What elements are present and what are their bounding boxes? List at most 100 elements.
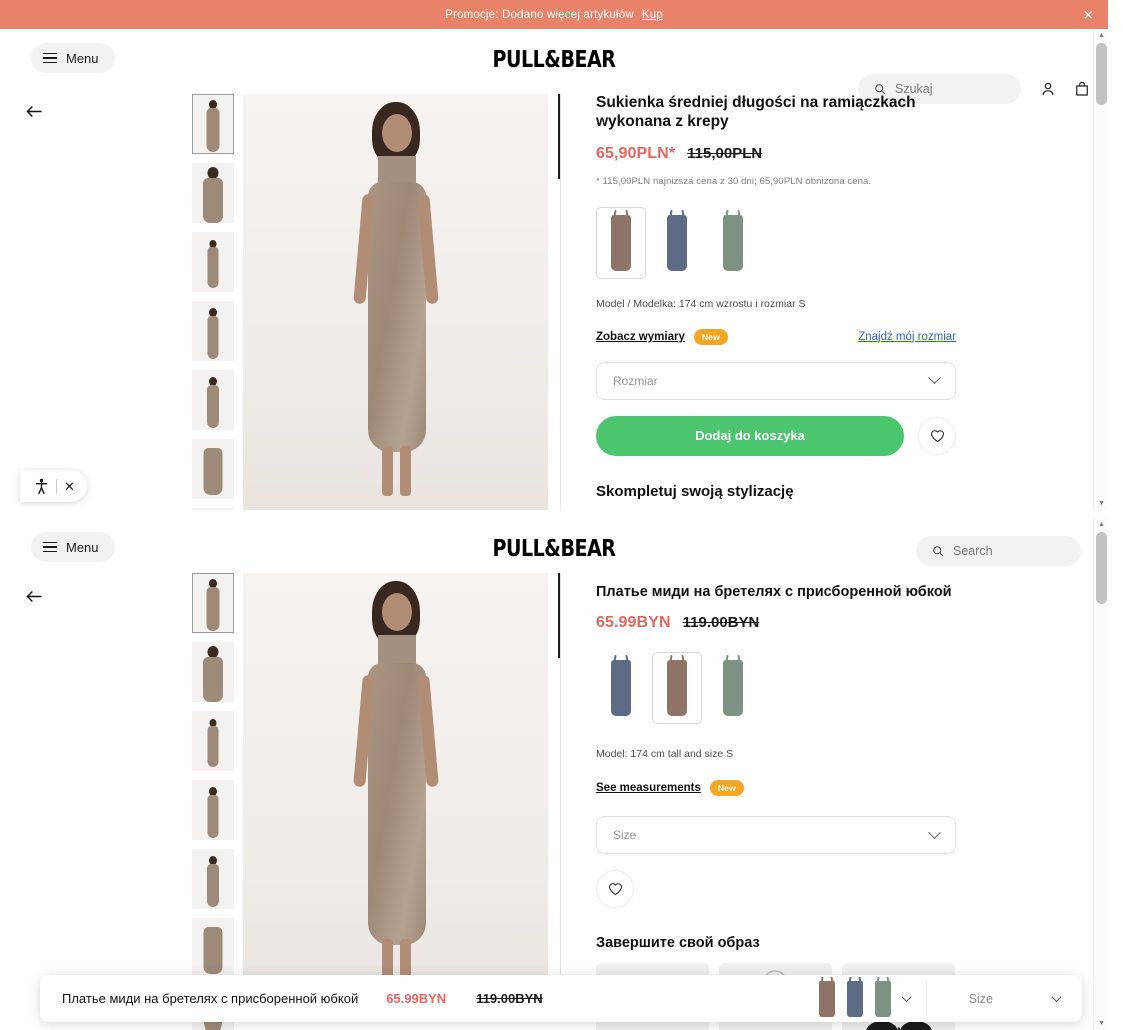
- gallery-divider: [560, 573, 561, 1008]
- promo-close-icon[interactable]: ✕: [1083, 8, 1094, 21]
- sticky-color-selector[interactable]: [818, 980, 927, 1017]
- gallery-scroll-indicator: [558, 573, 560, 658]
- thumbnail-item[interactable]: [192, 439, 234, 499]
- accessibility-widget: ✕: [20, 470, 87, 502]
- price-current: 65.99BYN: [596, 614, 671, 632]
- brand-logo[interactable]: PULL&BEAR: [44, 47, 1063, 73]
- product-title: Sukienka średniej długości na ramiączkac…: [596, 94, 916, 130]
- thumbnail-item[interactable]: [192, 849, 234, 909]
- site-header-russian: Menu PULL&BEAR Search: [0, 518, 1108, 580]
- cta-row: [596, 870, 956, 909]
- model-info: Model / Modelka: 174 cm wzrostu i rozmia…: [596, 297, 806, 310]
- sticky-price-current: 65.99BYN: [386, 991, 447, 1006]
- price-row: 65.99BYN 119.00BYN: [596, 614, 956, 632]
- measurements-row: Zobacz wymiary New Znajdź mój rozmiar: [596, 328, 956, 345]
- chevron-down-icon: [901, 992, 912, 1003]
- size-select-value: Rozmiar: [613, 373, 658, 388]
- thumbnail-item[interactable]: [192, 163, 234, 223]
- thumbnail-item[interactable]: [192, 780, 234, 840]
- size-select-value: Size: [613, 828, 637, 843]
- search-input[interactable]: Search: [916, 536, 1081, 566]
- wishlist-button[interactable]: [596, 870, 634, 909]
- header-icon-group: [1039, 80, 1091, 98]
- color-swatch-blue[interactable]: [596, 652, 646, 725]
- scroll-thumb[interactable]: [1096, 43, 1107, 105]
- color-swatch-brown[interactable]: [596, 206, 646, 279]
- product-info-russian: Платье миди на бретелях с присборенной ю…: [596, 583, 956, 1030]
- size-select[interactable]: Size: [596, 816, 956, 855]
- add-to-cart-button[interactable]: Dodaj do koszyka: [596, 415, 904, 456]
- brand-logo[interactable]: PULL&BEAR: [44, 536, 1063, 562]
- complete-look-title: Skompletuj swoją stylizację: [596, 482, 794, 500]
- cta-row: Dodaj do koszyka: [596, 415, 956, 456]
- promo-text: Promocje: Dodano więcej artykułów: [445, 8, 634, 21]
- thumbnail-item[interactable]: [192, 711, 234, 771]
- chevron-down-icon: [928, 825, 941, 839]
- sticky-size-value: Size: [968, 991, 993, 1006]
- browser-viewport: Promocje: Dodano więcej artykułów Kup ✕ …: [0, 0, 1123, 1030]
- shopping-bag-icon[interactable]: [1073, 80, 1091, 98]
- color-swatch-blue[interactable]: [652, 206, 702, 279]
- promo-banner: Promocje: Dodano więcej artykułów Kup ✕: [0, 0, 1108, 29]
- thumbnail-item[interactable]: [192, 370, 234, 430]
- sticky-swatch-green[interactable]: [874, 980, 891, 1017]
- sticky-price-original: 119.00BYN: [476, 991, 543, 1006]
- new-badge: New: [693, 328, 728, 345]
- promo-shop-link[interactable]: Kup: [642, 9, 663, 21]
- price-current: 65,90PLN*: [596, 144, 676, 162]
- page-section-russian: Menu PULL&BEAR Search Платье миди на бре…: [0, 518, 1108, 1030]
- scroll-down-arrow[interactable]: ▼: [1094, 1017, 1108, 1030]
- person-icon[interactable]: [1039, 80, 1057, 98]
- accessibility-person-icon[interactable]: [34, 478, 49, 495]
- back-arrow-icon[interactable]: [22, 99, 46, 123]
- color-swatch-green[interactable]: [708, 206, 758, 279]
- hero-product-image[interactable]: [243, 94, 548, 510]
- sticky-purchase-bar: Платье миди на бретелях с присборенной ю…: [40, 975, 1082, 1022]
- thumbnail-strip[interactable]: [192, 573, 234, 1030]
- search-icon: [933, 546, 944, 557]
- heart-icon: [608, 883, 622, 896]
- sticky-size-select[interactable]: Size: [947, 991, 1062, 1006]
- scrollbar-section-2[interactable]: ▲ ▼: [1093, 518, 1108, 1030]
- find-my-size-link[interactable]: Znajdź mój rozmiar: [858, 331, 956, 343]
- product-info-polish: Sukienka średniej długości na ramiączkac…: [596, 94, 956, 510]
- gallery-divider: [560, 94, 561, 510]
- heart-icon: [930, 430, 944, 443]
- thumbnail-item[interactable]: [192, 573, 234, 633]
- hero-product-image[interactable]: [243, 573, 548, 1008]
- see-measurements-link[interactable]: Zobacz wymiary: [596, 331, 685, 343]
- wishlist-button[interactable]: [918, 416, 956, 455]
- scroll-down-arrow[interactable]: ▼: [1094, 497, 1108, 510]
- site-header-polish: Menu PULL&BEAR Szukaj: [0, 29, 1108, 104]
- price-original: 115,00PLN: [687, 144, 763, 162]
- see-measurements-link[interactable]: See measurements: [596, 782, 701, 794]
- complete-look-title: Завершите свой образ: [596, 935, 760, 952]
- back-arrow-icon[interactable]: [22, 584, 46, 608]
- thumbnail-strip[interactable]: [192, 94, 234, 510]
- color-swatch-group: [596, 652, 956, 725]
- scroll-thumb[interactable]: [1096, 532, 1107, 604]
- size-select[interactable]: Rozmiar: [596, 361, 956, 400]
- scroll-up-arrow[interactable]: ▲: [1094, 518, 1108, 531]
- color-swatch-green[interactable]: [708, 652, 758, 725]
- measurements-row: See measurements New: [596, 780, 956, 797]
- page-section-polish: Menu PULL&BEAR Szukaj Sukienka średniej …: [0, 29, 1108, 510]
- thumbnail-item[interactable]: [192, 508, 234, 510]
- price-row: 65,90PLN* 115,00PLN: [596, 145, 956, 163]
- accessibility-close-icon[interactable]: ✕: [64, 480, 75, 493]
- sticky-swatch-brown[interactable]: [818, 980, 835, 1017]
- scrollbar-section-1[interactable]: ▲ ▼: [1093, 29, 1108, 510]
- gallery-scroll-indicator: [558, 94, 560, 179]
- sticky-product-title: Платье миди на бретелях с присборенной ю…: [62, 991, 359, 1006]
- thumbnail-item[interactable]: [192, 301, 234, 361]
- thumbnail-item[interactable]: [192, 94, 234, 154]
- color-swatch-brown[interactable]: [652, 652, 702, 725]
- thumbnail-item[interactable]: [192, 642, 234, 702]
- scroll-up-arrow[interactable]: ▲: [1094, 29, 1108, 42]
- price-original: 119.00BYN: [682, 614, 760, 632]
- thumbnail-item[interactable]: [192, 232, 234, 292]
- chevron-down-icon: [928, 371, 941, 385]
- sticky-swatch-blue[interactable]: [846, 980, 863, 1017]
- product-title: Платье миди на бретелях с присборенной ю…: [596, 584, 952, 600]
- thumbnail-item[interactable]: [192, 918, 234, 978]
